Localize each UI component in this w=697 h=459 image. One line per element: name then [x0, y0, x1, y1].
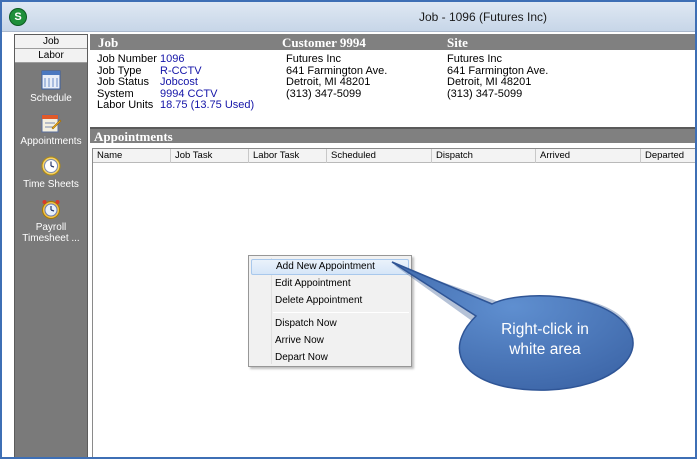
menu-separator — [273, 312, 409, 313]
title-bar[interactable]: S Job - 1096 (Futures Inc) — [2, 2, 695, 32]
menu-item-depart-now[interactable]: Depart Now — [251, 350, 409, 366]
nav-label-time-sheets: Time Sheets — [23, 179, 79, 190]
customer-heading: Customer 9994 — [282, 35, 366, 50]
nav-label-appointments: Appointments — [20, 136, 82, 147]
job-number-label: Job Number — [97, 53, 157, 65]
tab-job[interactable]: Job — [15, 35, 87, 49]
job-type-value: R-CCTV — [160, 64, 202, 77]
menu-item-dispatch-now[interactable]: Dispatch Now — [251, 316, 409, 332]
tab-labor[interactable]: Labor — [15, 49, 87, 63]
nav-label-payroll: Payroll — [35, 222, 67, 233]
left-nav: Job Labor Schedule Appointments Time She… — [14, 34, 88, 457]
callout-line-2: white area — [509, 341, 581, 358]
window-frame: S Job - 1096 (Futures Inc) Job Labor Sch… — [0, 0, 697, 459]
job-status-value: Jobcost — [160, 76, 198, 88]
appointments-header-band: Appointments — [90, 127, 695, 144]
column-header-job-task[interactable]: Job Task — [171, 149, 249, 163]
site-phone: (313) 347-5099 — [447, 87, 523, 100]
job-heading: Job — [98, 35, 119, 50]
job-status-label: Job Status — [97, 76, 149, 88]
column-header-departed[interactable]: Departed — [641, 149, 695, 163]
context-menu: Add New Appointment Edit Appointment Del… — [248, 255, 412, 367]
customer-info: Futures Inc 641 Farmington Ave. Detroit,… — [286, 53, 387, 100]
column-header-labor-task[interactable]: Labor Task — [249, 149, 327, 163]
labor-units-label: Labor Units — [97, 99, 154, 111]
site-info: Futures Inc 641 Farmington Ave. Detroit,… — [447, 53, 548, 100]
column-header-name[interactable]: Name — [93, 149, 171, 163]
info-header-band: Job Customer 9994 Site — [90, 34, 695, 50]
menu-item-arrive-now[interactable]: Arrive Now — [251, 333, 409, 349]
main-panel: Job Customer 9994 Site Job Number 1096 Jo… — [90, 34, 695, 457]
nav-label-schedule: Schedule — [30, 93, 72, 104]
menu-item-delete-appointment[interactable]: Delete Appointment — [251, 293, 409, 309]
system-value: 9994 CCTV — [160, 87, 218, 100]
labor-units-value: 18.75 (13.75 Used) — [160, 99, 255, 111]
nav-item-schedule[interactable]: Schedule — [15, 69, 87, 104]
job-number-value: 1096 — [160, 53, 185, 65]
appointments-heading: Appointments — [94, 129, 173, 144]
menu-item-edit-appointment[interactable]: Edit Appointment — [251, 276, 409, 292]
grid-column-headers: Name Job Task Labor Task Scheduled Dispa… — [93, 149, 695, 163]
column-header-arrived[interactable]: Arrived — [536, 149, 641, 163]
customer-name: Futures Inc — [286, 53, 342, 65]
site-city: Detroit, MI 48201 — [447, 76, 532, 88]
calendar-icon — [41, 70, 61, 90]
site-heading: Site — [447, 35, 468, 50]
payroll-clock-icon — [42, 200, 60, 219]
appointments-icon — [41, 114, 62, 133]
job-info: Job Number 1096 Job Type R-CCTV Job Status… — [97, 53, 255, 112]
clock-icon — [41, 156, 61, 176]
window-title: Job - 1096 (Futures Inc) — [418, 10, 547, 24]
customer-city: Detroit, MI 48201 — [286, 76, 371, 88]
callout-line-1: Right-click in — [501, 321, 589, 338]
nav-item-appointments[interactable]: Appointments — [15, 112, 87, 147]
customer-phone: (313) 347-5099 — [286, 87, 362, 100]
callout-text: Right-click in white area — [470, 320, 620, 360]
nav-label-timesheet: Timesheet ... — [22, 233, 80, 244]
menu-item-add-new-appointment[interactable]: Add New Appointment — [251, 259, 409, 275]
nav-item-time-sheets[interactable]: Time Sheets — [15, 155, 87, 190]
column-header-dispatch[interactable]: Dispatch — [432, 149, 536, 163]
nav-item-payroll-timesheet[interactable]: Payroll Timesheet ... — [15, 198, 87, 244]
column-header-scheduled[interactable]: Scheduled — [327, 149, 432, 163]
site-name: Futures Inc — [447, 53, 503, 65]
